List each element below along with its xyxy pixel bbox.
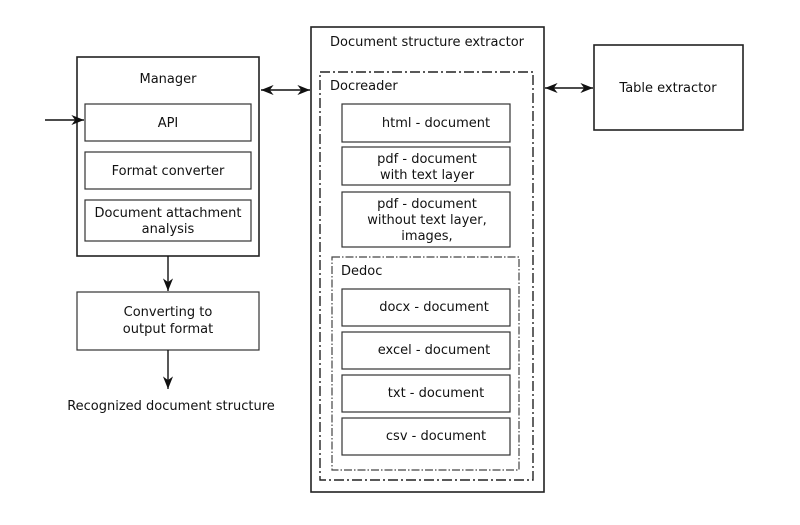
table-extractor-label: Table extractor (618, 81, 717, 96)
output-label: Recognized document structure (67, 399, 275, 414)
converter-block: Converting to output format (76, 291, 260, 351)
docx-document-label: docx - document (379, 300, 489, 315)
table-extractor-block: Table extractor (593, 44, 744, 131)
docreader-title: Docreader (330, 79, 398, 94)
pdf-no-text-layer-line3: images, (401, 229, 452, 244)
manager-block: Manager API Format converter Document at… (76, 56, 260, 257)
excel-document-label: excel - document (378, 343, 491, 358)
attachment-analysis-line1: Document attachment (95, 206, 242, 221)
extractor-title: Document structure extractor (330, 35, 525, 50)
format-converter-label: Format converter (112, 164, 225, 179)
csv-document-label: csv - document (386, 429, 486, 444)
architecture-diagram: Manager API Format converter Document at… (45, 26, 744, 493)
document-structure-extractor: Document structure extractor Docreader h… (310, 26, 545, 493)
attachment-analysis-line2: analysis (142, 222, 195, 237)
txt-document-label: txt - document (388, 386, 484, 401)
dedoc-title: Dedoc (341, 264, 382, 279)
converter-line2: output format (123, 322, 213, 337)
pdf-text-layer-line2: with text layer (380, 168, 475, 183)
converter-line1: Converting to (124, 305, 213, 320)
pdf-no-text-layer-line1: pdf - document (377, 197, 477, 212)
pdf-no-text-layer-line2: without text layer, (367, 213, 487, 228)
html-document-label: html - document (382, 116, 490, 131)
manager-title: Manager (140, 72, 198, 87)
pdf-text-layer-line1: pdf - document (377, 152, 477, 167)
api-label: API (158, 116, 179, 131)
